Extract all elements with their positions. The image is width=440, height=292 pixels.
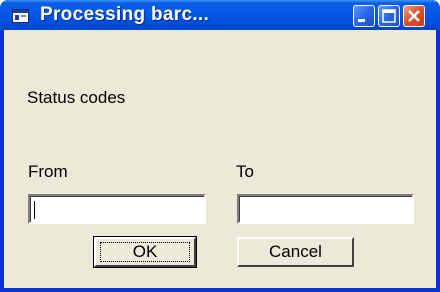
window-title: Processing barc... — [40, 4, 210, 25]
cancel-button-label: Cancel — [269, 242, 322, 261]
maximize-icon — [382, 9, 396, 23]
dialog-window: Processing barc... Status codes From To — [0, 0, 440, 292]
dialog-body: Status codes From To OK Cancel — [4, 30, 436, 288]
minimize-icon — [358, 19, 365, 22]
cancel-button[interactable]: Cancel — [237, 237, 354, 267]
close-button[interactable] — [403, 5, 425, 27]
minimize-button[interactable] — [353, 5, 375, 27]
status-codes-label: Status codes — [27, 88, 126, 107]
to-input[interactable] — [237, 194, 414, 224]
from-input[interactable] — [28, 194, 206, 224]
ok-button[interactable]: OK — [93, 236, 197, 268]
form-window-icon — [12, 9, 29, 23]
to-label: To — [236, 162, 254, 181]
focus-rectangle — [100, 242, 190, 262]
text-caret — [34, 201, 35, 219]
close-icon — [408, 10, 420, 22]
title-bar[interactable]: Processing barc... — [0, 0, 440, 30]
from-label: From — [28, 162, 68, 181]
maximize-button[interactable] — [378, 5, 400, 27]
